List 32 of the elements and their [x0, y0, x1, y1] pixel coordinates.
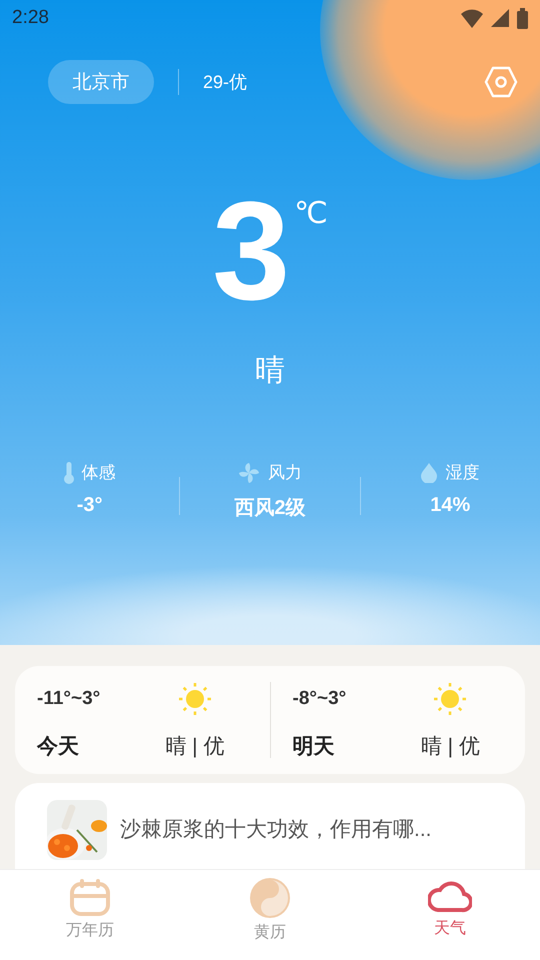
stat-label: 风力: [268, 462, 302, 484]
signal-icon: [491, 9, 509, 27]
status-time: 2:28: [12, 7, 49, 29]
thermometer-icon: [64, 462, 74, 484]
weather-condition: 晴: [255, 354, 285, 387]
day-label: 今天: [37, 734, 80, 760]
settings-icon[interactable]: [484, 66, 518, 98]
weather-summary: 晴 | 优: [420, 734, 480, 760]
stat-label: 体感: [82, 462, 116, 484]
battery-icon: [517, 8, 528, 28]
stat-value: -3°: [76, 494, 103, 517]
day-label: 明天: [292, 734, 336, 760]
news-card[interactable]: 沙棘原浆的十大功效，作用有哪...: [15, 783, 525, 869]
temperature-unit: ℃: [294, 196, 328, 232]
temperature-range: -8°~3°: [292, 688, 348, 710]
fan-icon: [238, 462, 260, 484]
stat-label: 湿度: [445, 462, 480, 484]
calendar-icon: [70, 878, 110, 916]
air-quality: 29-优: [203, 71, 248, 94]
stat-value: 14%: [430, 494, 470, 517]
temperature: 3: [212, 186, 290, 316]
stat-value: 西风2级: [234, 496, 306, 521]
nav-tab[interactable]: 天气: [360, 870, 540, 960]
nav-tab[interactable]: 黄历: [180, 870, 360, 960]
temperature-range: -11°~3°: [37, 688, 102, 710]
city-button[interactable]: 北京市: [48, 60, 154, 104]
wifi-icon: [461, 8, 483, 28]
drop-icon: [421, 462, 438, 482]
news-title: 沙棘原浆的十大功效，作用有哪...: [120, 817, 432, 843]
yin-yang-icon: [250, 878, 290, 918]
weather-summary: 晴 | 优: [165, 734, 224, 760]
nav-tab[interactable]: 万年历: [0, 870, 180, 960]
